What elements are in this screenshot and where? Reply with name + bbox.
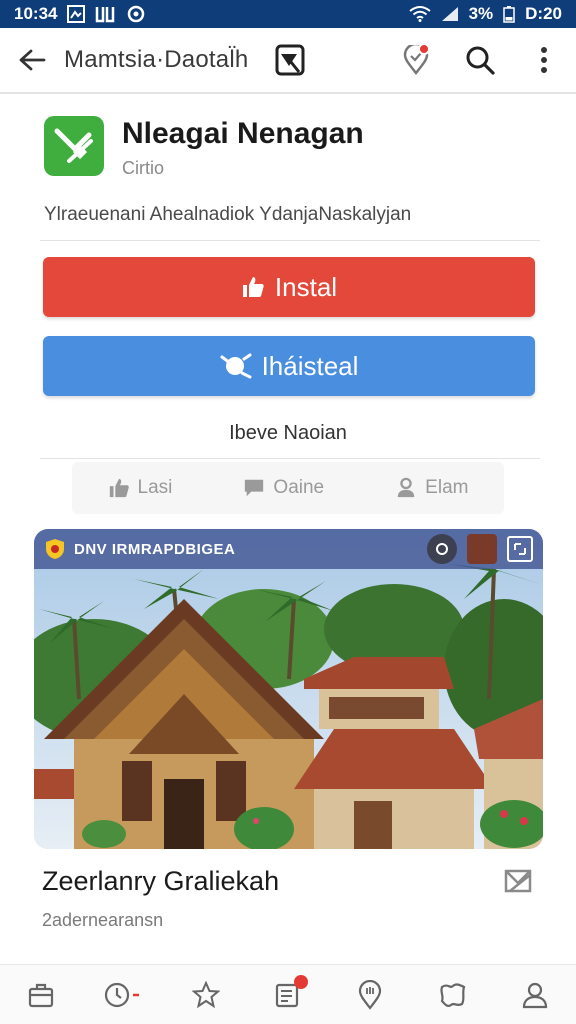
notifications-button[interactable] [384, 27, 448, 93]
bottom-navigation [0, 964, 576, 1024]
gallery-notification-icon [67, 5, 86, 23]
like-label: Lasi [137, 477, 173, 498]
install-button-label: Instal [274, 271, 338, 302]
more-options-button[interactable] [512, 27, 576, 93]
secondary-install-label: Iháisteal [261, 350, 359, 381]
post-title[interactable]: Zeerlanry Graliekah [42, 866, 279, 897]
app-developer[interactable]: Cirtio [122, 158, 164, 179]
nav-location[interactable] [340, 967, 400, 1023]
briefcase-icon [29, 983, 54, 1007]
share-button[interactable] [500, 866, 536, 896]
app-name: Nleagai Nenagan [122, 117, 364, 150]
search-button[interactable] [448, 27, 512, 93]
more-vert-icon [541, 47, 547, 73]
card-record-button[interactable] [427, 534, 457, 564]
secondary-install-button[interactable]: Iháisteal [43, 336, 535, 396]
back-arrow-icon [19, 49, 46, 71]
app-description: Ylraeuenani Ahealnadiok YdanjaNaskalyjan [44, 204, 412, 225]
battery-percent: 3% [468, 4, 494, 23]
badge-shield-icon [46, 539, 64, 559]
battery-icon [503, 5, 515, 23]
app-notification-icon [95, 5, 117, 23]
status-bar: 10:34 3% D:20 [0, 0, 576, 28]
person-icon [397, 477, 415, 498]
nav-map[interactable] [423, 967, 483, 1023]
app-bar-title: Mamtsia·Daotal̈h [64, 46, 249, 73]
nav-profile[interactable] [505, 967, 565, 1023]
install-button[interactable]: Instal [43, 257, 535, 317]
app-logo-icon [54, 128, 93, 163]
post-subtitle: 2adernearansn [42, 910, 164, 930]
nav-favorites[interactable] [176, 967, 236, 1023]
nav-home[interactable] [11, 967, 71, 1023]
card-header: DNV IRMRAPDBIGEA [34, 529, 543, 569]
nav-updates[interactable] [258, 967, 318, 1023]
back-button[interactable] [0, 27, 64, 93]
thumbs-up-icon [242, 277, 264, 297]
profile-label: Elam [425, 477, 469, 498]
house-photo [34, 529, 543, 849]
wifi-icon [408, 6, 431, 22]
sync-notification-icon [127, 5, 145, 23]
document-button[interactable] [270, 40, 310, 80]
card-expand-button[interactable] [507, 536, 533, 562]
divider [40, 240, 540, 241]
divider [40, 458, 540, 459]
document-icon [275, 44, 305, 76]
nav-updates-badge [293, 974, 308, 989]
location-pin-icon [359, 979, 382, 1010]
app-bar: Mamtsia·Daotal̈h [0, 28, 576, 94]
clock-icon [105, 982, 140, 1007]
map-icon [439, 982, 465, 1007]
media-card[interactable]: DNV IRMRAPDBIGEA [34, 529, 543, 849]
expand-icon [514, 543, 526, 555]
signal-icon [441, 6, 459, 22]
card-header-text: DNV IRMRAPDBIGEA [74, 540, 236, 558]
star-icon [191, 980, 220, 1008]
profile-action[interactable]: Elam [395, 477, 468, 499]
notification-dot [418, 43, 430, 55]
search-icon [466, 46, 495, 75]
share-icon [504, 869, 532, 893]
pin-icon [220, 353, 252, 379]
app-icon [44, 116, 104, 176]
comment-label: Oaine [273, 477, 325, 498]
nav-recent[interactable] [93, 967, 153, 1023]
card-avatar[interactable] [467, 534, 497, 564]
circle-icon [436, 543, 448, 555]
status-clock-right: D:20 [525, 4, 562, 23]
person-icon [522, 982, 547, 1008]
actions-row: Lasi Oaine Elam [72, 462, 504, 514]
comment-action[interactable]: Oaine [243, 477, 324, 499]
like-action[interactable]: Lasi [108, 477, 173, 499]
comment-icon [245, 479, 264, 497]
more-info-link[interactable]: Ibeve Naoian [0, 422, 576, 445]
thumbs-up-icon [109, 478, 129, 498]
status-time: 10:34 [14, 4, 58, 23]
